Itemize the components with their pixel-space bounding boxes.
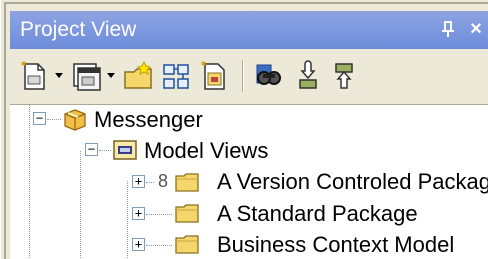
project-tree[interactable]: − Messenger − Model Views + 8 A Version … bbox=[10, 104, 488, 259]
new-element-icon[interactable] bbox=[18, 60, 50, 92]
close-icon[interactable]: × bbox=[465, 17, 487, 41]
package-folder-icon bbox=[174, 201, 200, 225]
new-diagram-icon[interactable] bbox=[70, 60, 102, 92]
tree-connector bbox=[99, 150, 111, 151]
project-view-panel: Project View × − Messenger − Model Views… bbox=[0, 0, 488, 259]
tree-node-standard-package[interactable]: A Standard Package bbox=[217, 201, 418, 227]
add-package-icon[interactable] bbox=[198, 60, 230, 92]
toolbar-separator bbox=[242, 60, 244, 92]
check-in-icon[interactable] bbox=[292, 60, 324, 92]
tree-connector bbox=[29, 105, 30, 259]
pin-icon[interactable] bbox=[437, 17, 459, 41]
new-package-icon[interactable] bbox=[122, 60, 154, 92]
tree-node-messenger[interactable]: Messenger bbox=[94, 107, 203, 133]
collapse-toggle[interactable]: − bbox=[33, 112, 46, 125]
package-folder-icon bbox=[174, 232, 200, 256]
expand-toggle[interactable]: + bbox=[132, 207, 145, 220]
model-views-icon bbox=[112, 138, 138, 162]
tree-connector bbox=[80, 151, 81, 259]
tree-node-version-controled-package[interactable]: A Version Controled Package bbox=[217, 169, 488, 195]
dropdown-arrow-icon[interactable] bbox=[54, 72, 64, 80]
title-bar[interactable]: Project View × bbox=[10, 11, 488, 49]
collapse-toggle[interactable]: − bbox=[85, 143, 98, 156]
tree-connector bbox=[47, 119, 61, 120]
tree-connector bbox=[146, 214, 172, 215]
tree-node-business-context-model[interactable]: Business Context Model bbox=[217, 232, 454, 258]
new-view-icon[interactable] bbox=[160, 60, 192, 92]
expand-toggle[interactable]: + bbox=[132, 238, 145, 251]
tree-connector bbox=[127, 181, 128, 259]
tree-node-model-views[interactable]: Model Views bbox=[144, 138, 268, 164]
tree-connector bbox=[146, 245, 172, 246]
check-out-icon[interactable] bbox=[328, 60, 360, 92]
package-folder-icon bbox=[174, 170, 200, 194]
window-title: Project View bbox=[20, 18, 137, 41]
find-icon[interactable] bbox=[254, 60, 286, 92]
version-control-badge: 8 bbox=[158, 171, 169, 191]
dropdown-arrow-icon[interactable] bbox=[106, 72, 116, 80]
expand-toggle[interactable]: + bbox=[132, 175, 145, 188]
tree-connector bbox=[146, 182, 154, 183]
toolbar bbox=[10, 52, 488, 102]
model-root-icon bbox=[62, 107, 88, 131]
